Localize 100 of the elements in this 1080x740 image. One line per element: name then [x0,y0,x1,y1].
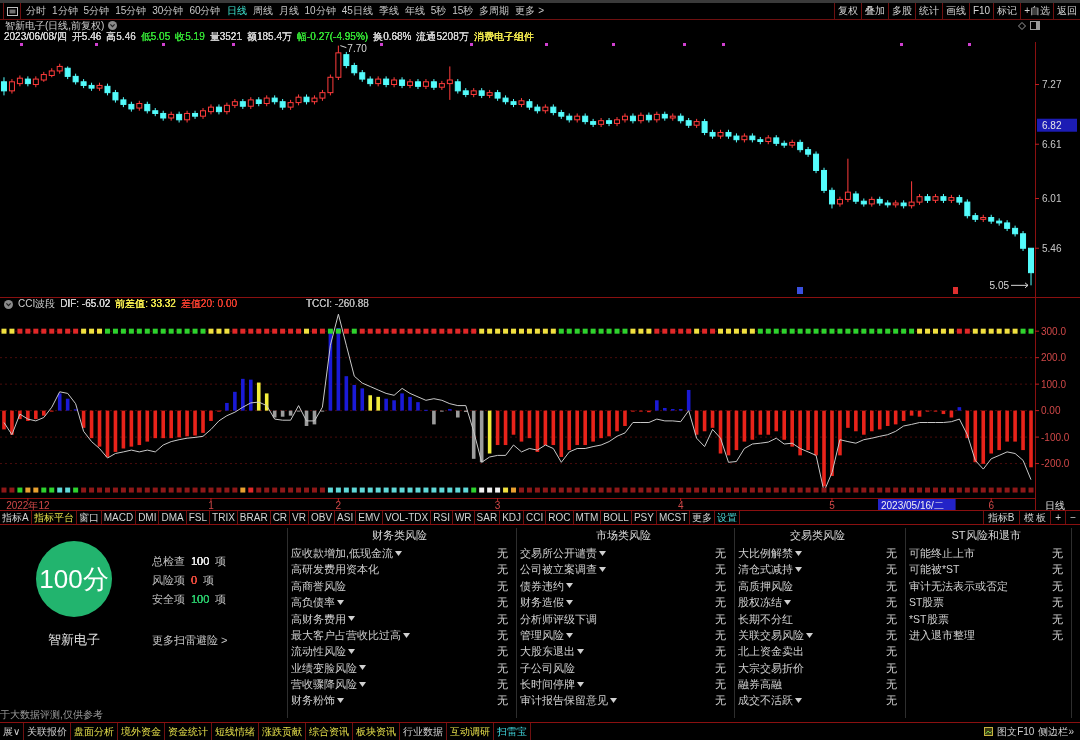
indicator-tab[interactable]: PSY [631,511,657,524]
indicator-tab[interactable]: RSI [431,511,453,524]
indicator-tab[interactable]: VOL-TDX [382,511,432,524]
risk-item[interactable]: 清仓式减持 [738,564,793,575]
indicator-tab[interactable]: KDJ [500,511,525,524]
side-panel-icon[interactable] [1030,21,1040,30]
toolbar-button[interactable]: 复权 [833,3,861,19]
bottom-tab[interactable]: 互动调研 [447,723,495,740]
dropdown-icon[interactable] [108,21,118,30]
period-tab[interactable]: 45日线 [338,3,376,19]
period-tab[interactable]: 30分钟 [149,3,187,19]
caret-icon[interactable] [394,550,402,556]
risk-item[interactable]: 财务造假 [520,597,564,608]
settings-tab[interactable]: 设置 [715,511,741,524]
f10-button[interactable]: 图文F10 [995,723,1037,740]
risk-item[interactable]: 高商誉风险 [291,580,346,592]
risk-item[interactable]: 应收款增加,低现金流 [291,547,393,559]
bottom-tab[interactable]: 资金统计 [165,723,213,740]
panel-button[interactable]: − [1065,511,1080,524]
period-tab[interactable]: 周线 [249,3,276,19]
caret-icon[interactable] [566,632,573,638]
risk-item[interactable]: 分析师评级下调 [520,613,597,624]
indicator-tab[interactable]: 更多 [690,511,716,524]
more-scan-link[interactable]: 更多扫雷避险 > [152,635,228,646]
risk-item[interactable]: 财务粉饰 [291,695,335,706]
risk-item[interactable]: 大比例解禁 [738,547,793,559]
risk-item[interactable]: 高研发费用资本化 [291,564,379,575]
toolbar-button[interactable]: 叠加 [860,3,888,19]
toolbar-button[interactable]: 返回 [1053,3,1080,19]
indicator-tab[interactable]: MTM [573,511,602,524]
risk-item[interactable]: 可能终止上市 [909,547,975,559]
risk-item[interactable]: 长时间停牌 [520,679,575,690]
event-marker-icon[interactable] [232,43,235,46]
dropdown-icon[interactable] [4,299,13,309]
bottom-tab[interactable]: 境外资金 [118,723,166,740]
caret-icon[interactable] [610,698,617,704]
event-marker-icon[interactable] [545,43,548,46]
risk-item[interactable]: 高质押风险 [738,580,793,592]
risk-item[interactable]: 可能被*ST [909,564,960,575]
risk-item[interactable]: *ST股票 [909,613,949,624]
marker-icon[interactable] [797,287,803,294]
caret-icon[interactable] [806,632,813,638]
caret-icon[interactable] [337,599,344,605]
event-marker-icon[interactable] [612,43,615,46]
risk-item[interactable]: 公司被立案调查 [520,564,597,575]
caret-icon[interactable] [348,616,355,622]
sidebar-button[interactable]: 侧边栏» [1036,723,1076,740]
caret-icon[interactable] [599,550,606,556]
indicator-tab[interactable]: VR [290,511,309,524]
risk-item[interactable]: 进入退市整理 [909,629,975,641]
indicator-tab[interactable]: FSL [186,511,211,524]
toolbar-button[interactable]: 统计 [914,3,942,19]
risk-item[interactable]: 流动性风险 [291,646,346,657]
risk-item[interactable]: 北上资金卖出 [738,646,804,657]
event-marker-icon[interactable] [20,43,23,46]
toolbar-button[interactable]: 标记 [993,3,1021,19]
caret-icon[interactable] [599,567,606,573]
period-tab[interactable]: 15秒 [449,3,477,19]
caret-icon[interactable] [566,583,573,589]
bottom-tab[interactable]: 扫雷宝 [494,723,532,740]
caret-icon[interactable] [359,681,366,687]
period-tab[interactable]: 年线 [401,3,428,19]
period-tab[interactable]: 季线 [375,3,402,19]
indicator-tab[interactable]: MACD [101,511,137,524]
period-tab[interactable]: 多周期 [476,3,513,19]
indicator-tab[interactable]: DMA [159,511,187,524]
risk-item[interactable]: 大宗交易折价 [738,662,804,674]
marker-icon[interactable] [953,287,958,294]
toolbar-button[interactable]: 画线 [941,3,969,19]
period-tab[interactable]: 5秒 [427,3,450,19]
caret-icon[interactable] [784,599,791,605]
period-tab[interactable]: 月线 [275,3,302,19]
risk-item[interactable]: 高负债率 [291,597,335,608]
indicator-tab[interactable]: BRAR [237,511,271,524]
risk-item[interactable]: 审计报告保留意见 [520,695,608,706]
toolbar-button[interactable]: +自选 [1020,3,1053,19]
period-tab[interactable]: 10分钟 [301,3,339,19]
event-marker-icon[interactable] [722,43,725,46]
indicator-tab[interactable]: ASI [335,511,357,524]
caret-icon[interactable] [577,681,584,687]
panel-button[interactable]: + [1050,511,1066,524]
risk-item[interactable]: 债券违约 [520,580,564,592]
event-marker-icon[interactable] [968,43,971,46]
panel-button[interactable]: 指标B [982,511,1019,524]
event-marker-icon[interactable] [900,43,903,46]
indicator-tab[interactable]: TRIX [210,511,238,524]
caret-icon[interactable] [795,567,802,573]
event-marker-icon[interactable] [162,43,165,46]
indicator-tab[interactable]: WR [452,511,475,524]
indicator-tab[interactable]: BOLL [601,511,632,524]
risk-item[interactable]: 成交不活跃 [738,695,793,706]
caret-icon[interactable] [795,550,802,556]
risk-item[interactable]: ST股票 [909,597,945,608]
risk-item[interactable]: 交易所公开谴责 [520,547,597,559]
risk-item[interactable]: 融券高融 [738,679,782,690]
event-marker-icon[interactable] [95,43,98,46]
bottom-tab[interactable]: 盘面分析 [71,723,119,740]
picture-icon[interactable] [984,727,994,736]
toolbar-button[interactable]: 多股 [887,3,915,19]
bottom-tab[interactable]: 涨跌贡献 [259,723,307,740]
